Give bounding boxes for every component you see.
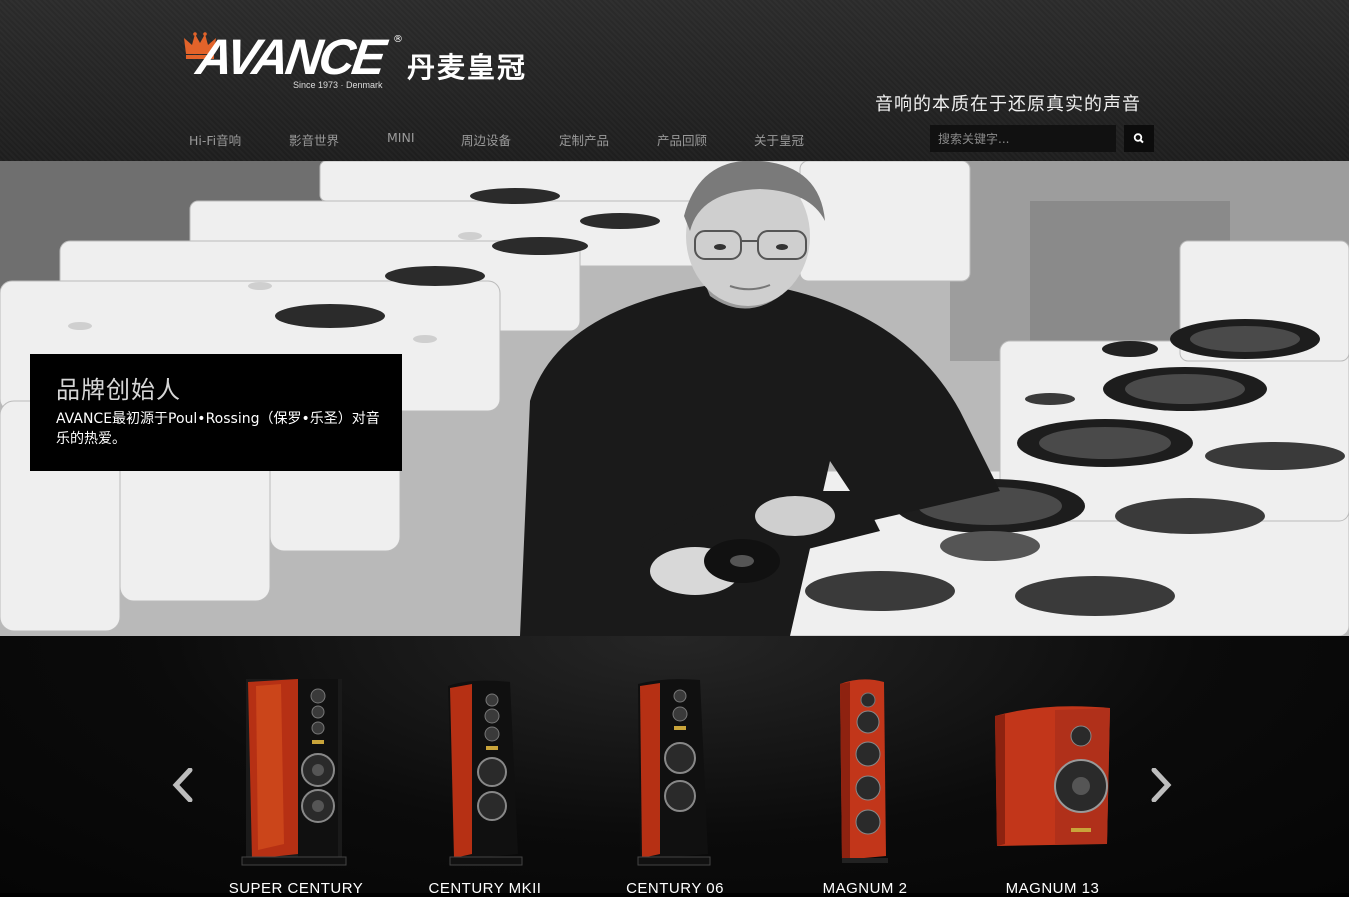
hero-caption-text: AVANCE最初源于Poul•Rossing（保罗•乐圣）对音乐的热爱。 [56, 411, 380, 447]
product-card[interactable]: MAGNUM 2 [800, 636, 930, 897]
search-box [930, 125, 1154, 152]
nav-item-peripherals[interactable]: 周边设备 [461, 130, 511, 149]
product-image [840, 679, 888, 863]
hero-slider[interactable]: 品牌创始人 AVANCE最初源于Poul•Rossing（保罗•乐圣）对音乐的热… [0, 161, 1349, 636]
search-input[interactable] [930, 125, 1116, 152]
product-image [995, 706, 1110, 846]
header-slogan: 音响的本质在于还原真实的声音 [875, 94, 1141, 115]
hero-caption: 品牌创始人 AVANCE最初源于Poul•Rossing（保罗•乐圣）对音乐的热… [30, 354, 402, 471]
search-button[interactable] [1124, 125, 1154, 152]
product-card[interactable]: SUPER CENTURY [226, 636, 366, 897]
logo-chinese-name: 丹麦皇冠 [407, 52, 528, 83]
chevron-left-icon[interactable] [172, 768, 194, 802]
search-icon [1133, 133, 1144, 144]
site-header: AVANCE ® 丹麦皇冠 Since 1973 · Denmark 音响的本质… [0, 0, 1349, 162]
product-card[interactable]: CENTURY MKII [420, 636, 550, 897]
nav-item-custom[interactable]: 定制产品 [559, 130, 609, 149]
product-name[interactable]: CENTURY 06 [610, 880, 740, 897]
hero-caption-title: 品牌创始人 [56, 376, 181, 404]
product-name[interactable]: MAGNUM 13 [985, 880, 1120, 897]
logo-wordmark: AVANCE [193, 29, 387, 85]
nav-item-review[interactable]: 产品回顾 [657, 130, 707, 149]
brand-logo[interactable]: AVANCE ® 丹麦皇冠 Since 1973 · Denmark [183, 29, 543, 94]
registered-mark: ® [393, 34, 403, 45]
product-name[interactable]: SUPER CENTURY [226, 880, 366, 897]
product-card[interactable]: MAGNUM 13 [985, 636, 1120, 897]
product-name[interactable]: CENTURY MKII [420, 880, 550, 897]
nav-item-about[interactable]: 关于皇冠 [754, 130, 804, 149]
nav-item-av-world[interactable]: 影音世界 [289, 130, 339, 149]
logo-tagline: Since 1973 · Denmark [293, 80, 383, 90]
product-carousel: SUPER CENTURY CENTURY MKII CENTURY 06 MA… [0, 636, 1349, 897]
product-image [637, 679, 711, 866]
product-image [241, 679, 347, 866]
chevron-right-icon[interactable] [1150, 768, 1172, 802]
product-card[interactable]: CENTURY 06 [610, 636, 740, 897]
product-image [448, 680, 523, 866]
nav-item-mini[interactable]: MINI [387, 130, 415, 145]
product-name[interactable]: MAGNUM 2 [800, 880, 930, 897]
nav-item-hifi[interactable]: Hi-Fi音响 [189, 130, 241, 149]
